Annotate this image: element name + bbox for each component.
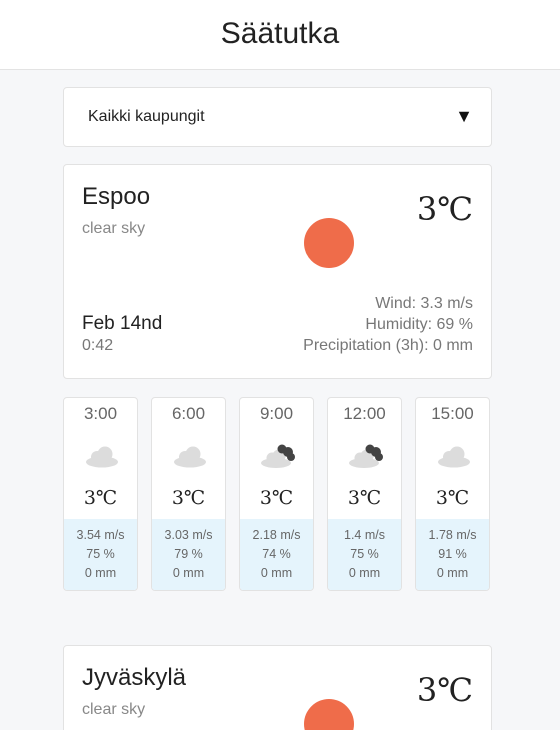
forecast-temperature: 3℃: [435, 487, 470, 509]
weather-stats: Wind: 3.3 m/s Humidity: 69 % Precipitati…: [303, 293, 473, 356]
date-label: Feb 14nd: [82, 313, 163, 334]
sun-icon: [304, 699, 354, 730]
cloud-icon: [438, 446, 470, 468]
forecast-temperature: 3℃: [347, 487, 382, 509]
forecast-precipitation: 0 mm: [84, 566, 117, 580]
city-select-value: Kaikki kaupungit: [88, 108, 205, 125]
weather-description: clear sky: [82, 701, 146, 718]
forecast-temperature: 3℃: [83, 487, 118, 509]
forecast-card: 6:00 3℃ 3.03 m/s 79 % 0 mm: [151, 397, 226, 591]
forecast-humidity: 75 %: [86, 547, 115, 561]
forecast-card: 12:00 3℃ 1.4 m/s 75 % 0 mm: [327, 397, 402, 591]
city-name: Jyväskylä: [82, 664, 187, 691]
forecast-details: 1.78 m/s 91 % 0 mm: [416, 519, 489, 590]
forecast-precipitation: 0 mm: [172, 566, 205, 580]
time-label: 0:42: [82, 337, 114, 354]
forecast-precipitation: 0 mm: [436, 566, 469, 580]
forecast-wind: 3.03 m/s: [164, 528, 213, 542]
forecast-card: 9:00 3℃ 2.18 m/s 74 % 0 mm: [239, 397, 314, 591]
forecast-precipitation: 0 mm: [348, 566, 381, 580]
broken-clouds-icon: [349, 444, 383, 468]
forecast-wind: 3.54 m/s: [76, 528, 125, 542]
forecast-card: 3:00 3℃ 3.54 m/s 75 % 0 mm: [63, 397, 138, 591]
broken-clouds-icon: [261, 444, 295, 468]
current-temperature: 3℃: [416, 190, 473, 228]
cloud-icon: [86, 446, 118, 468]
forecast-card: 15:00 3℃ 1.78 m/s 91 % 0 mm: [415, 397, 490, 591]
forecast-wind: 1.4 m/s: [344, 528, 385, 542]
forecast-hour: 3:00: [83, 404, 118, 423]
forecast-humidity: 74 %: [262, 547, 291, 561]
weather-description: clear sky: [82, 220, 146, 237]
wind-stat: Wind: 3.3 m/s: [375, 295, 473, 312]
forecast-details: 3.54 m/s 75 % 0 mm: [64, 519, 137, 590]
weather-card-espoo: Espoo clear sky 3℃ Feb 14nd 0:42 Wind: 3…: [63, 164, 492, 379]
forecast-humidity: 75 %: [350, 547, 379, 561]
forecast-details: 3.03 m/s 79 % 0 mm: [152, 519, 225, 590]
forecast-wind: 2.18 m/s: [252, 528, 301, 542]
forecast-humidity: 91 %: [438, 547, 467, 561]
forecast-wind: 1.78 m/s: [428, 528, 477, 542]
forecast-hour: 15:00: [431, 404, 474, 423]
forecast-humidity: 79 %: [174, 547, 203, 561]
forecast-details: 1.4 m/s 75 % 0 mm: [328, 519, 401, 590]
forecast-hour: 12:00: [343, 404, 386, 423]
humidity-stat: Humidity: 69 %: [365, 316, 473, 333]
chevron-down-icon: ▼: [455, 106, 473, 126]
current-temperature: 3℃: [416, 671, 473, 709]
app-header: Säätutka: [0, 0, 560, 70]
precipitation-stat: Precipitation (3h): 0 mm: [303, 337, 473, 354]
forecast-temperature: 3℃: [259, 487, 294, 509]
sun-icon: [304, 218, 354, 268]
weather-card-jyvaskyla: Jyväskylä clear sky 3℃: [63, 645, 492, 730]
city-select[interactable]: Kaikki kaupungit ▼: [63, 87, 492, 147]
forecast-hour: 6:00: [171, 404, 206, 423]
forecast-hour: 9:00: [259, 404, 294, 423]
cloud-icon: [174, 446, 206, 468]
forecast-details: 2.18 m/s 74 % 0 mm: [240, 519, 313, 590]
app-title: Säätutka: [220, 17, 340, 50]
forecast-temperature: 3℃: [171, 487, 206, 509]
forecast-precipitation: 0 mm: [260, 566, 293, 580]
city-name: Espoo: [82, 183, 151, 210]
